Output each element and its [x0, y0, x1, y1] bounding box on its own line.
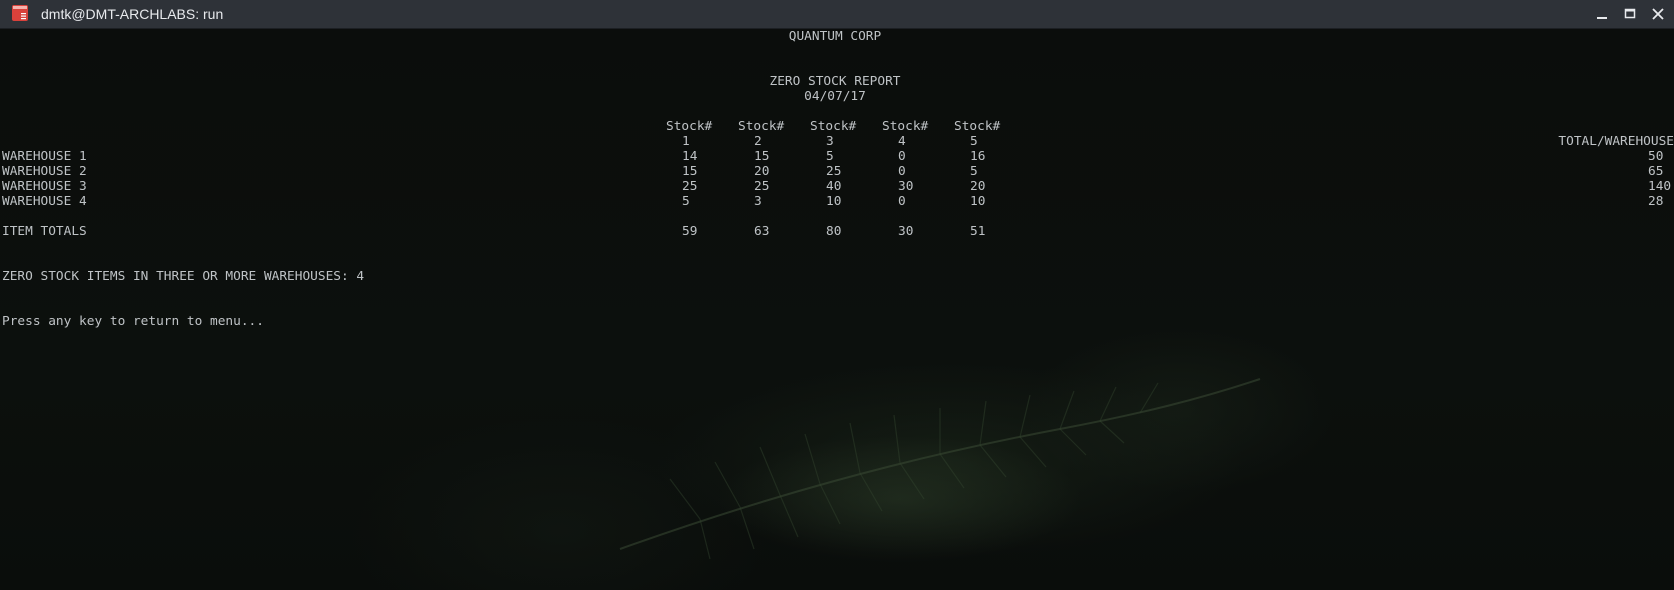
stock-cell: 5	[826, 149, 834, 164]
report-title: ZERO STOCK REPORT	[769, 74, 901, 89]
warehouse-total: 140	[1648, 179, 1672, 194]
stock-number-3: 3	[826, 134, 834, 149]
stock-number-5: 5	[970, 134, 978, 149]
warehouse-label: WAREHOUSE 4	[2, 194, 87, 209]
stock-header-2: Stock#	[738, 119, 785, 134]
stock-cell: 0	[898, 164, 906, 179]
stock-cell: 16	[970, 149, 986, 164]
fern-wallpaper-icon	[619, 378, 1261, 560]
company-name: QUANTUM CORP	[788, 29, 882, 44]
stock-header-3: Stock#	[810, 119, 857, 134]
stock-cell: 25	[826, 164, 842, 179]
terminal-app-icon	[12, 5, 28, 21]
item-total-cell: 63	[754, 224, 770, 239]
stock-header-5: Stock#	[954, 119, 1001, 134]
stock-number-4: 4	[898, 134, 906, 149]
item-total-cell: 59	[682, 224, 698, 239]
stock-number-2: 2	[754, 134, 762, 149]
stock-cell: 15	[682, 164, 698, 179]
warehouse-label: WAREHOUSE 1	[2, 149, 87, 164]
maximize-icon[interactable]	[1620, 4, 1640, 24]
stock-cell: 25	[754, 179, 770, 194]
total-warehouse-header: TOTAL/WAREHOUSE	[1558, 134, 1674, 149]
title-bar[interactable]: dmtk@DMT-ARCHLABS: run	[0, 0, 1674, 29]
stock-header-4: Stock#	[882, 119, 929, 134]
item-total-cell: 30	[898, 224, 914, 239]
stock-cell: 30	[898, 179, 914, 194]
terminal-output[interactable]: QUANTUM CORP ZERO STOCK REPORT 04/07/17 …	[0, 29, 1674, 590]
warehouse-label: WAREHOUSE 2	[2, 164, 87, 179]
stock-cell: 5	[682, 194, 690, 209]
stock-number-1: 1	[682, 134, 690, 149]
warehouse-label: WAREHOUSE 3	[2, 179, 87, 194]
item-total-cell: 51	[970, 224, 986, 239]
warehouse-total: 50	[1648, 149, 1664, 164]
stock-cell: 25	[682, 179, 698, 194]
window-title: dmtk@DMT-ARCHLABS: run	[41, 6, 224, 22]
stock-cell: 20	[970, 179, 986, 194]
stock-cell: 10	[826, 194, 842, 209]
stock-cell: 20	[754, 164, 770, 179]
stock-cell: 0	[898, 194, 906, 209]
stock-cell: 10	[970, 194, 986, 209]
warehouse-total: 65	[1648, 164, 1664, 179]
terminal-window: dmtk@DMT-ARCHLABS: run QUANTUM CORP ZERO…	[0, 0, 1674, 590]
report-date: 04/07/17	[804, 89, 866, 104]
stock-cell: 3	[754, 194, 762, 209]
return-prompt: Press any key to return to menu...	[2, 314, 264, 329]
stock-cell: 40	[826, 179, 842, 194]
stock-cell: 5	[970, 164, 978, 179]
warehouse-total: 28	[1648, 194, 1664, 209]
item-total-cell: 80	[826, 224, 842, 239]
item-totals-label: ITEM TOTALS	[2, 224, 87, 239]
stock-header-1: Stock#	[666, 119, 713, 134]
stock-cell: 14	[682, 149, 698, 164]
minimize-icon[interactable]	[1592, 4, 1612, 24]
stock-cell: 15	[754, 149, 770, 164]
stock-cell: 0	[898, 149, 906, 164]
zero-stock-summary: ZERO STOCK ITEMS IN THREE OR MORE WAREHO…	[2, 269, 365, 284]
close-icon[interactable]	[1648, 4, 1668, 24]
